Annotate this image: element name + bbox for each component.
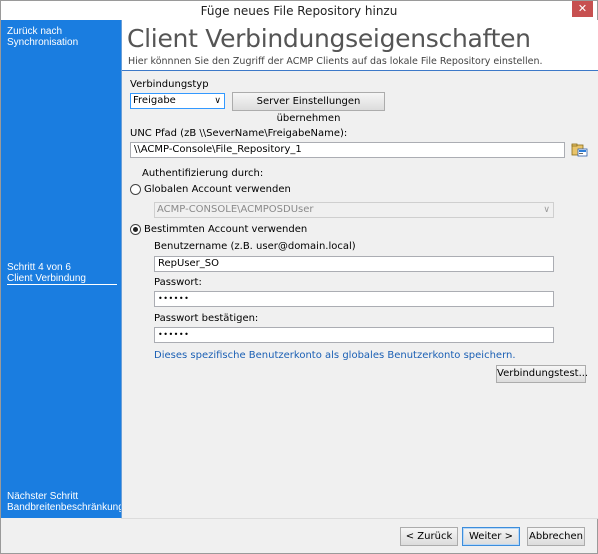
back-button[interactable]: < Zurück	[400, 527, 458, 546]
cancel-button[interactable]: Abbrechen	[527, 527, 585, 546]
unc-path-label: UNC Pfad (zB \\SeverName\FreigabeName):	[130, 128, 348, 139]
password-confirm-label: Passwort bestätigen:	[154, 313, 259, 324]
chevron-down-icon: ∨	[543, 205, 550, 215]
page-subtitle: Hier könnnen Sie den Zugriff der ACMP Cl…	[128, 56, 543, 67]
sidebar-next-step: Nächster Schritt Bandbreitenbeschränkung	[7, 491, 124, 513]
authentication-label: Authentifizierung durch:	[142, 168, 264, 179]
connection-type-label: Verbindungstyp	[130, 79, 209, 90]
username-input[interactable]: RepUser_SO	[154, 256, 554, 272]
save-as-global-link[interactable]: Dieses spezifische Benutzerkonto als glo…	[154, 350, 516, 361]
sidebar-back-line1: Zurück nach	[7, 26, 63, 37]
specific-account-label[interactable]: Bestimmten Account verwenden	[144, 224, 307, 235]
password-input[interactable]: ••••••	[154, 291, 554, 307]
sidebar-step-divider	[7, 284, 117, 285]
settings-panel: Verbindungstyp Freigabe ∨ Server Einstel…	[122, 71, 598, 518]
sidebar-current-step: Schritt 4 von 6 Client Verbindung	[7, 262, 86, 284]
folder-browse-icon[interactable]	[571, 142, 589, 158]
next-button[interactable]: Weiter >	[462, 527, 520, 546]
global-account-value: ACMP-CONSOLE\ACMPOSDUser	[157, 204, 314, 215]
global-account-radio[interactable]	[130, 184, 141, 195]
footer-divider	[121, 518, 598, 519]
close-button[interactable]: ✕	[572, 1, 593, 17]
chevron-down-icon: ∨	[214, 96, 221, 106]
title-bar: Füge neues File Repository hinzu ✕	[1, 1, 597, 20]
sidebar-step-number: Schritt 4 von 6	[7, 262, 71, 273]
password-confirm-input[interactable]: ••••••	[154, 327, 554, 343]
wizard-content: Client Verbindungseigenschaften Hier kön…	[121, 20, 598, 518]
global-account-select: ACMP-CONSOLE\ACMPOSDUser ∨	[154, 202, 554, 218]
page-title: Client Verbindungseigenschaften	[127, 24, 531, 53]
unc-path-input[interactable]: \\ACMP-Console\File_Repository_1	[130, 142, 565, 158]
connection-test-button[interactable]: Verbindungstest...	[496, 365, 588, 383]
username-label: Benutzername (z.B. user@domain.local)	[154, 241, 356, 252]
global-account-label[interactable]: Globalen Account verwenden	[144, 184, 291, 195]
wizard-window: Füge neues File Repository hinzu ✕ Zurüc…	[0, 0, 598, 554]
wizard-sidebar: Zurück nach Synchronisation Schritt 4 vo…	[1, 20, 124, 518]
sidebar-back-line2: Synchronisation	[7, 37, 79, 48]
password-label: Passwort:	[154, 277, 202, 288]
sidebar-back-link[interactable]: Zurück nach Synchronisation	[7, 26, 78, 48]
connection-type-value: Freigabe	[133, 95, 176, 106]
sidebar-step-name: Client Verbindung	[7, 273, 86, 284]
apply-server-settings-button[interactable]: Server Einstellungen übernehmen	[232, 92, 385, 124]
connection-type-select[interactable]: Freigabe ∨	[130, 93, 225, 109]
window-title: Füge neues File Repository hinzu	[200, 4, 398, 18]
sidebar-next-line2: Bandbreitenbeschränkung	[7, 502, 124, 513]
sidebar-next-line1: Nächster Schritt	[7, 491, 79, 502]
specific-account-radio[interactable]	[130, 224, 141, 235]
